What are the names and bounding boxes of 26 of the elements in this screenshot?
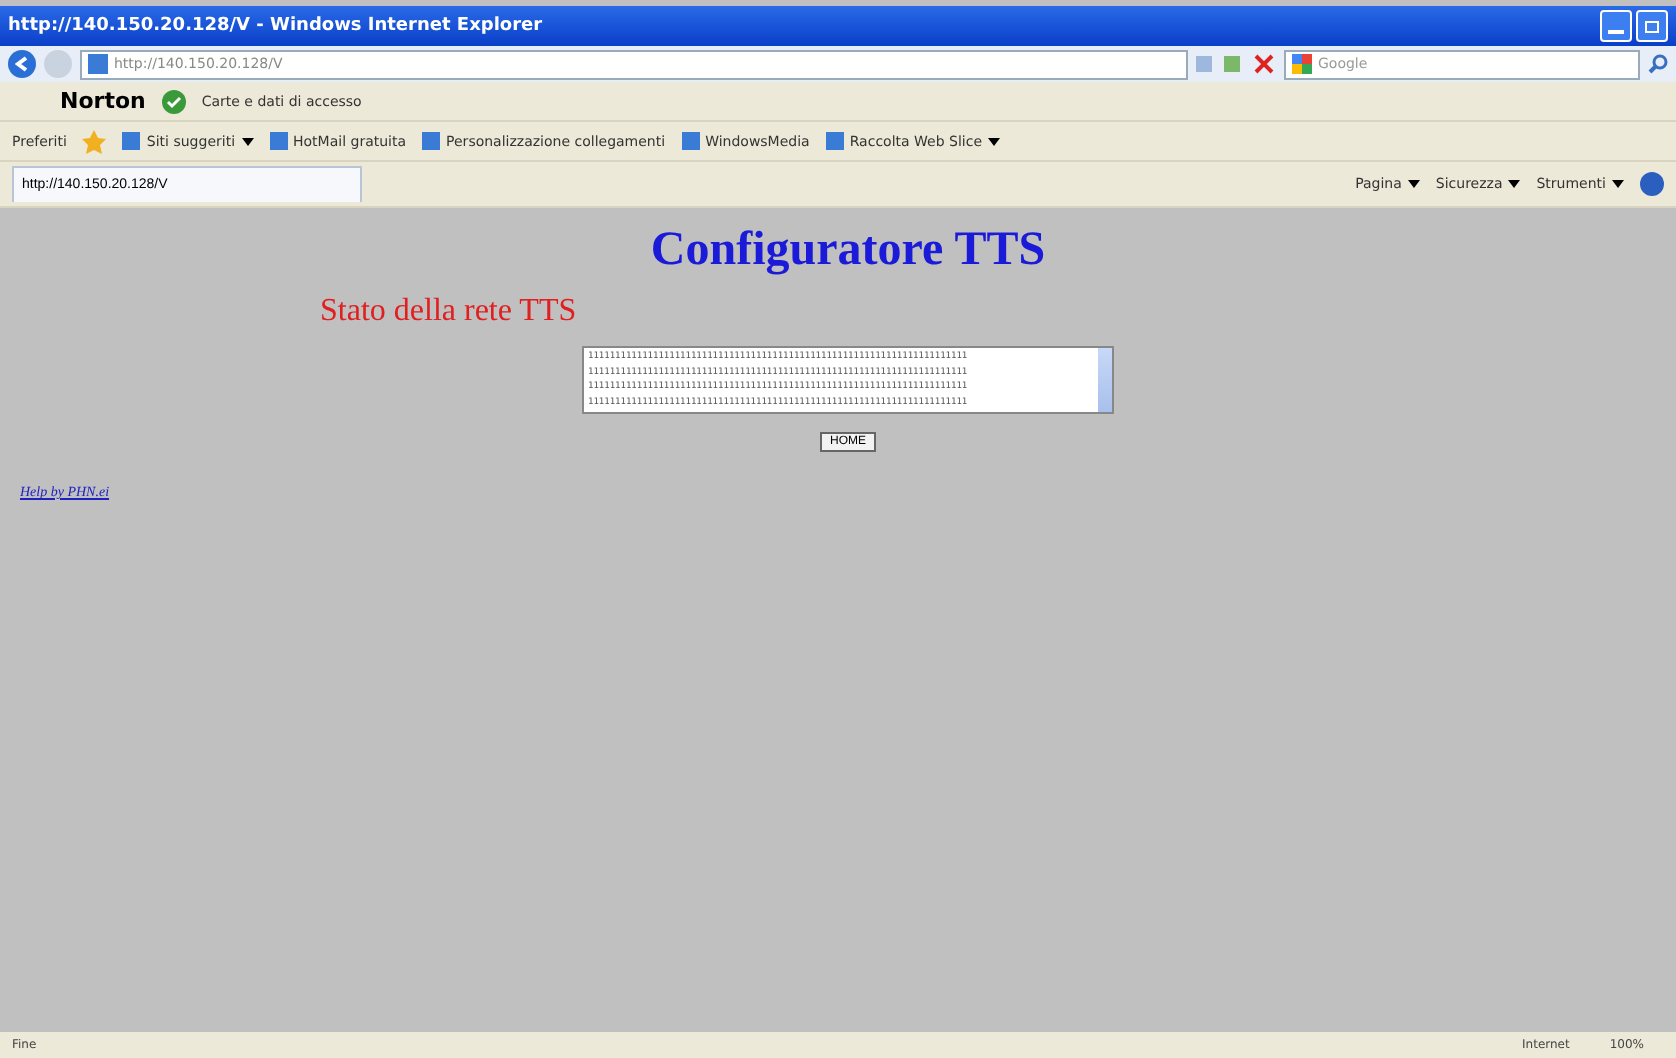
check-icon[interactable]: [161, 89, 186, 113]
star-icon[interactable]: [82, 129, 107, 153]
address-tools-icon[interactable]: [1196, 54, 1276, 74]
page-icon: [825, 132, 844, 150]
page-icon: [422, 132, 441, 150]
scrollbar[interactable]: [1098, 348, 1112, 412]
page-icon: [681, 132, 700, 150]
dropdown-arrow-icon[interactable]: [1508, 180, 1521, 188]
search-icon[interactable]: [1648, 54, 1668, 74]
help-icon[interactable]: [1640, 172, 1664, 196]
dropdown-arrow-icon[interactable]: [241, 137, 254, 145]
dropdown-arrow-icon[interactable]: [988, 137, 1001, 145]
minimize-button[interactable]: [1600, 10, 1632, 42]
page-icon: [88, 54, 108, 74]
google-logo-icon: [1292, 54, 1312, 74]
back-button[interactable]: [8, 50, 36, 78]
page-heading: Configuratore TTS: [648, 224, 1048, 278]
restore-icon: [1644, 18, 1660, 34]
page-icon: [269, 132, 288, 150]
dropdown-arrow-icon[interactable]: [1407, 180, 1420, 188]
page-icon: [122, 132, 141, 150]
dropdown-arrow-icon[interactable]: [1612, 180, 1624, 188]
norton-menu[interactable]: Norton: [60, 88, 146, 114]
window-title: http://140.150.20.128/V - Windows Internet Explorer: [8, 16, 545, 36]
restore-button[interactable]: [1636, 10, 1668, 42]
section-heading: Stato della rete TTS: [320, 294, 579, 330]
